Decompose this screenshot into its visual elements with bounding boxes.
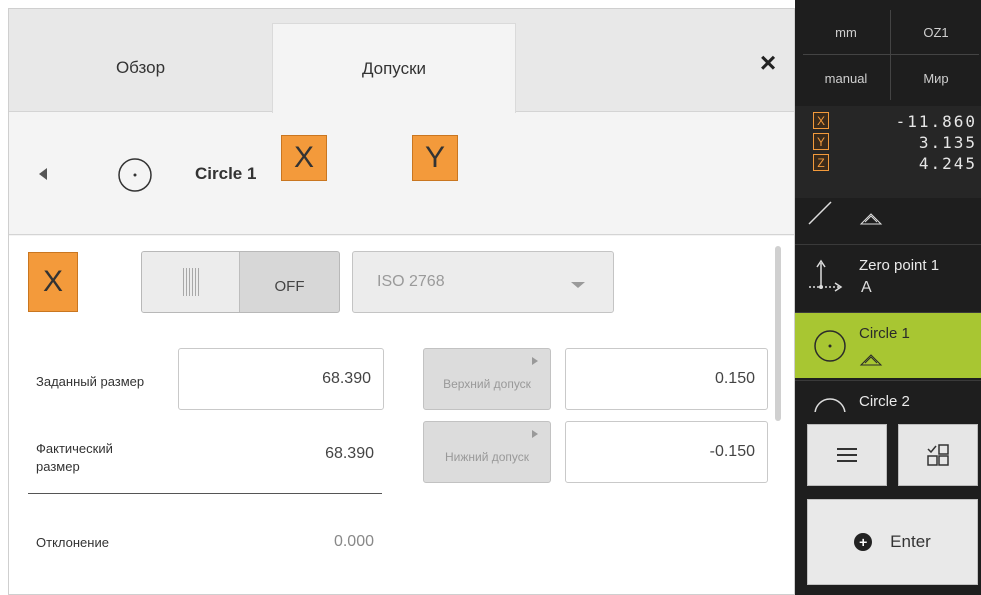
circle-feature-icon [118, 158, 152, 192]
lower-tolerance-label: Нижний допуск [444, 450, 530, 464]
upper-tolerance-field[interactable]: 0.150 [565, 348, 768, 410]
lower-tolerance-button[interactable]: Нижний допуск [423, 421, 551, 483]
measure-a-icon: A [861, 279, 872, 296]
zero-point-icon [809, 259, 843, 292]
list-item-label: Zero point 1 [859, 257, 940, 274]
unit-button[interactable]: mm [803, 14, 889, 50]
toggle-grip[interactable] [142, 252, 240, 312]
axis-x-button[interactable]: X [281, 135, 327, 181]
nominal-label: Заданный размер [36, 374, 145, 389]
axis-y-label: Y [813, 133, 829, 150]
enter-button[interactable]: + Enter [807, 499, 978, 585]
tab-tolerances[interactable]: Допуски [272, 23, 516, 113]
measure-triangle-icon [859, 213, 883, 225]
close-icon[interactable]: × [754, 49, 782, 77]
feature-bar: Circle 1 [9, 113, 794, 235]
frame-button[interactable]: Мир [893, 60, 979, 96]
actual-label: Фактический размер [36, 441, 113, 474]
enter-label: Enter [890, 532, 931, 551]
tolerance-toggle[interactable]: OFF [141, 251, 340, 313]
lower-tolerance-field[interactable]: -0.150 [565, 421, 768, 483]
circle-icon [814, 330, 846, 362]
sidebar: mm OZ1 manual Мир X -11.860 Y 3.135 Z 4.… [795, 0, 981, 595]
mode-button[interactable]: manual [803, 60, 889, 96]
tab-tolerances-label: Допуски [361, 58, 427, 78]
list-item-label: Circle 1 [859, 325, 910, 342]
chevron-down-icon [571, 282, 585, 288]
toggle-off-label: OFF [274, 277, 305, 295]
standard-value: ISO 2768 [377, 273, 445, 290]
divider [28, 493, 382, 494]
measure-triangle-icon [859, 354, 883, 366]
position-x-value: -11.860 [895, 112, 977, 131]
circle-icon [814, 398, 846, 412]
coord-system-button[interactable]: OZ1 [893, 14, 979, 50]
list-item-zero-point[interactable]: Zero point 1 A [795, 244, 981, 310]
feature-name: Circle 1 [195, 164, 257, 183]
position-y-value: 3.135 [918, 133, 977, 152]
tab-overview[interactable]: Обзор [9, 23, 272, 113]
select-features-button[interactable] [898, 424, 978, 486]
actual-value: 68.390 [325, 445, 374, 462]
list-item-label: Circle 2 [859, 393, 910, 410]
list-item-line[interactable] [795, 198, 981, 242]
arrow-right-icon [532, 357, 538, 365]
menu-button[interactable] [807, 424, 887, 486]
list-item-circle-2[interactable]: Circle 2 [795, 380, 981, 412]
position-display: X -11.860 Y 3.135 Z 4.245 [795, 106, 981, 198]
select-grid-icon [927, 444, 949, 466]
tab-overview-label: Обзор [115, 58, 166, 77]
line-icon [808, 201, 832, 225]
plus-icon: + [854, 533, 873, 551]
hamburger-menu-icon [837, 448, 857, 462]
tolerance-axis-x-button[interactable]: X [28, 252, 78, 312]
standard-dropdown[interactable]: ISO 2768 [352, 251, 614, 313]
arrow-right-icon [532, 430, 538, 438]
axis-y-button[interactable]: Y [412, 135, 458, 181]
nominal-field[interactable]: 68.390 [178, 348, 384, 410]
tab-bar: Обзор Допуски × [9, 9, 794, 113]
back-arrow-icon[interactable] [39, 168, 47, 180]
position-z-value: 4.245 [918, 154, 977, 173]
scrollbar[interactable] [775, 246, 781, 421]
deviation-label: Отклонение [36, 535, 109, 550]
axis-z-label: Z [813, 154, 829, 171]
divider [803, 54, 979, 55]
upper-tolerance-label: Верхний допуск [443, 377, 531, 391]
deviation-value: 0.000 [333, 533, 374, 550]
feature-list: Zero point 1 A Circle 1 Circle 2 [795, 198, 981, 412]
axis-x-label: X [813, 112, 829, 129]
list-item-circle-1[interactable]: Circle 1 [795, 312, 981, 378]
divider [890, 10, 891, 100]
upper-tolerance-button[interactable]: Верхний допуск [423, 348, 551, 410]
